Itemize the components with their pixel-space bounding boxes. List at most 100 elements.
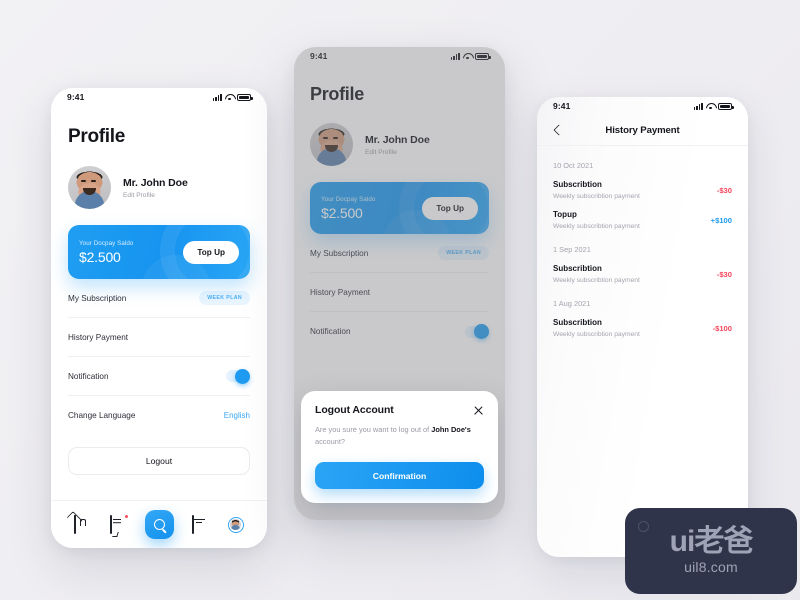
profile-header[interactable]: Mr. John Doe Edit Profile [310,123,489,166]
phone-mockup-profile: 9:41 Profile Mr. John Doe Edit Profile Y… [51,88,267,548]
cellular-signal-icon [450,52,460,60]
close-icon[interactable] [473,405,484,416]
wifi-icon [225,94,234,101]
nav-title: History Payment [605,124,680,136]
history-amount: -$30 [716,185,732,195]
status-time: 9:41 [553,101,571,111]
menu-item-change-language[interactable]: Change Language English [68,396,250,435]
history-amount: +$100 [710,215,732,225]
history-amount: -$100 [712,323,732,333]
profile-name: Mr. John Doe [365,133,430,146]
avatar [68,166,111,209]
dialog-message-username: John Doe's [431,424,471,434]
menu-item-history-payment[interactable]: History Payment [68,318,250,357]
tab-home[interactable] [74,515,91,534]
history-row[interactable]: Subscribtion Weekly subscribtion payment… [553,318,732,338]
logout-button[interactable]: Logout [68,447,250,475]
history-date: 10 Oct 2021 [553,161,594,170]
status-bar: 9:41 [537,97,748,115]
tab-calendar[interactable] [192,515,209,534]
menu-label: Notification [310,327,351,336]
status-icons [693,102,734,110]
history-group: 1 Sep 2021 Subscribtion Weekly subscribt… [553,245,732,284]
notification-toggle[interactable] [465,324,489,339]
dialog-message-after: account? [315,436,345,446]
battery-icon [718,102,734,110]
menu-label: Notification [68,371,109,381]
balance-card: Your Docpay Saldo $2.500 Top Up [310,182,489,234]
calendar-icon [192,515,195,534]
status-time: 9:41 [67,92,85,102]
edit-profile-link[interactable]: Edit Profile [365,149,430,156]
home-icon [74,515,77,534]
navigation-bar: History Payment [537,115,748,146]
design-canvas: 9:41 Profile Mr. John Doe Edit Profile Y… [0,0,800,600]
history-group: 10 Oct 2021 Subscribtion Weekly subscrib… [553,161,732,230]
top-up-button[interactable]: Top Up [183,240,239,264]
status-time: 9:41 [310,51,328,61]
status-icons [212,93,253,101]
phone-mockup-logout-dialog: 9:41 Profile Mr. John Doe Edit Profile Y… [294,47,505,520]
back-icon[interactable] [553,126,562,135]
balance-amount: $2.500 [79,248,121,265]
history-title: Subscribtion [553,318,602,327]
balance-label: Your Docpay Saldo [79,239,134,247]
watermark-badge: ui老爸 uil8.com [625,508,797,594]
menu-item-history-payment[interactable]: History Payment [310,273,489,312]
week-plan-badge: WEEK PLAN [199,291,250,305]
tab-chat[interactable] [109,514,129,534]
menu-item-notification[interactable]: Notification [68,357,250,396]
menu-label: My Subscription [310,248,369,258]
confirmation-button[interactable]: Confirmation [315,462,484,489]
notification-toggle[interactable] [226,368,250,384]
dialog-message-before: Are you sure you want to log out of [315,424,432,434]
status-bar: 9:41 [51,88,267,106]
menu-label: My Subscription [68,293,127,303]
language-value: English [223,411,250,420]
tab-search-button[interactable] [144,510,174,539]
menu-item-my-subscription[interactable]: My Subscription WEEK PLAN [310,234,489,273]
edit-profile-link[interactable]: Edit Profile [123,192,188,199]
dialog-title: Logout Account [315,403,394,416]
history-row[interactable]: Topup Weekly subscribtion payment +$100 [553,210,732,230]
balance-card: Your Docpay Saldo $2.500 Top Up [68,225,250,279]
menu-label: History Payment [310,287,371,297]
history-date: 1 Sep 2021 [553,245,591,254]
history-desc: Weekly subscribtion payment [553,193,640,200]
chat-notification-dot [123,514,129,519]
history-title: Subscribtion [553,180,602,189]
page-title: Profile [310,84,364,104]
page-title: Profile [68,126,126,147]
wifi-icon [706,103,715,110]
history-list: 10 Oct 2021 Subscribtion Weekly subscrib… [537,161,748,338]
week-plan-badge: WEEK PLAN [438,246,489,260]
circle-icon [638,521,649,532]
battery-icon [237,93,253,101]
dialog-message: Are you sure you want to log out of John… [315,424,484,448]
watermark-url: uil8.com [684,559,738,575]
history-title: Subscribtion [553,264,602,273]
avatar [310,123,353,166]
history-desc: Weekly subscribtion payment [553,331,640,338]
menu-item-my-subscription[interactable]: My Subscription WEEK PLAN [68,279,250,318]
history-title: Topup [553,210,577,219]
history-row[interactable]: Subscribtion Weekly subscribtion payment… [553,264,732,284]
menu-label: Change Language [68,411,136,420]
balance-label: Your Docpay Saldo [321,195,376,203]
balance-amount: $2.500 [321,204,363,221]
top-up-button[interactable]: Top Up [422,196,478,220]
menu-label: History Payment [68,332,129,342]
search-icon [153,519,165,530]
history-group: 1 Aug 2021 Subscribtion Weekly subscribt… [553,299,732,338]
history-row[interactable]: Subscribtion Weekly subscribtion payment… [553,180,732,200]
wifi-icon [463,53,472,60]
profile-header[interactable]: Mr. John Doe Edit Profile [68,166,250,209]
history-amount: -$30 [716,269,732,279]
watermark-logo-text: ui老爸 [669,525,754,558]
history-date: 1 Aug 2021 [553,299,591,308]
avatar-icon [230,518,242,531]
menu-item-notification[interactable]: Notification [310,312,489,351]
tab-profile-avatar[interactable] [227,516,244,533]
phone-mockup-history-payment: 9:41 History Payment 10 Oct 2021 Subscri… [537,97,748,557]
profile-name: Mr. John Doe [123,176,188,189]
